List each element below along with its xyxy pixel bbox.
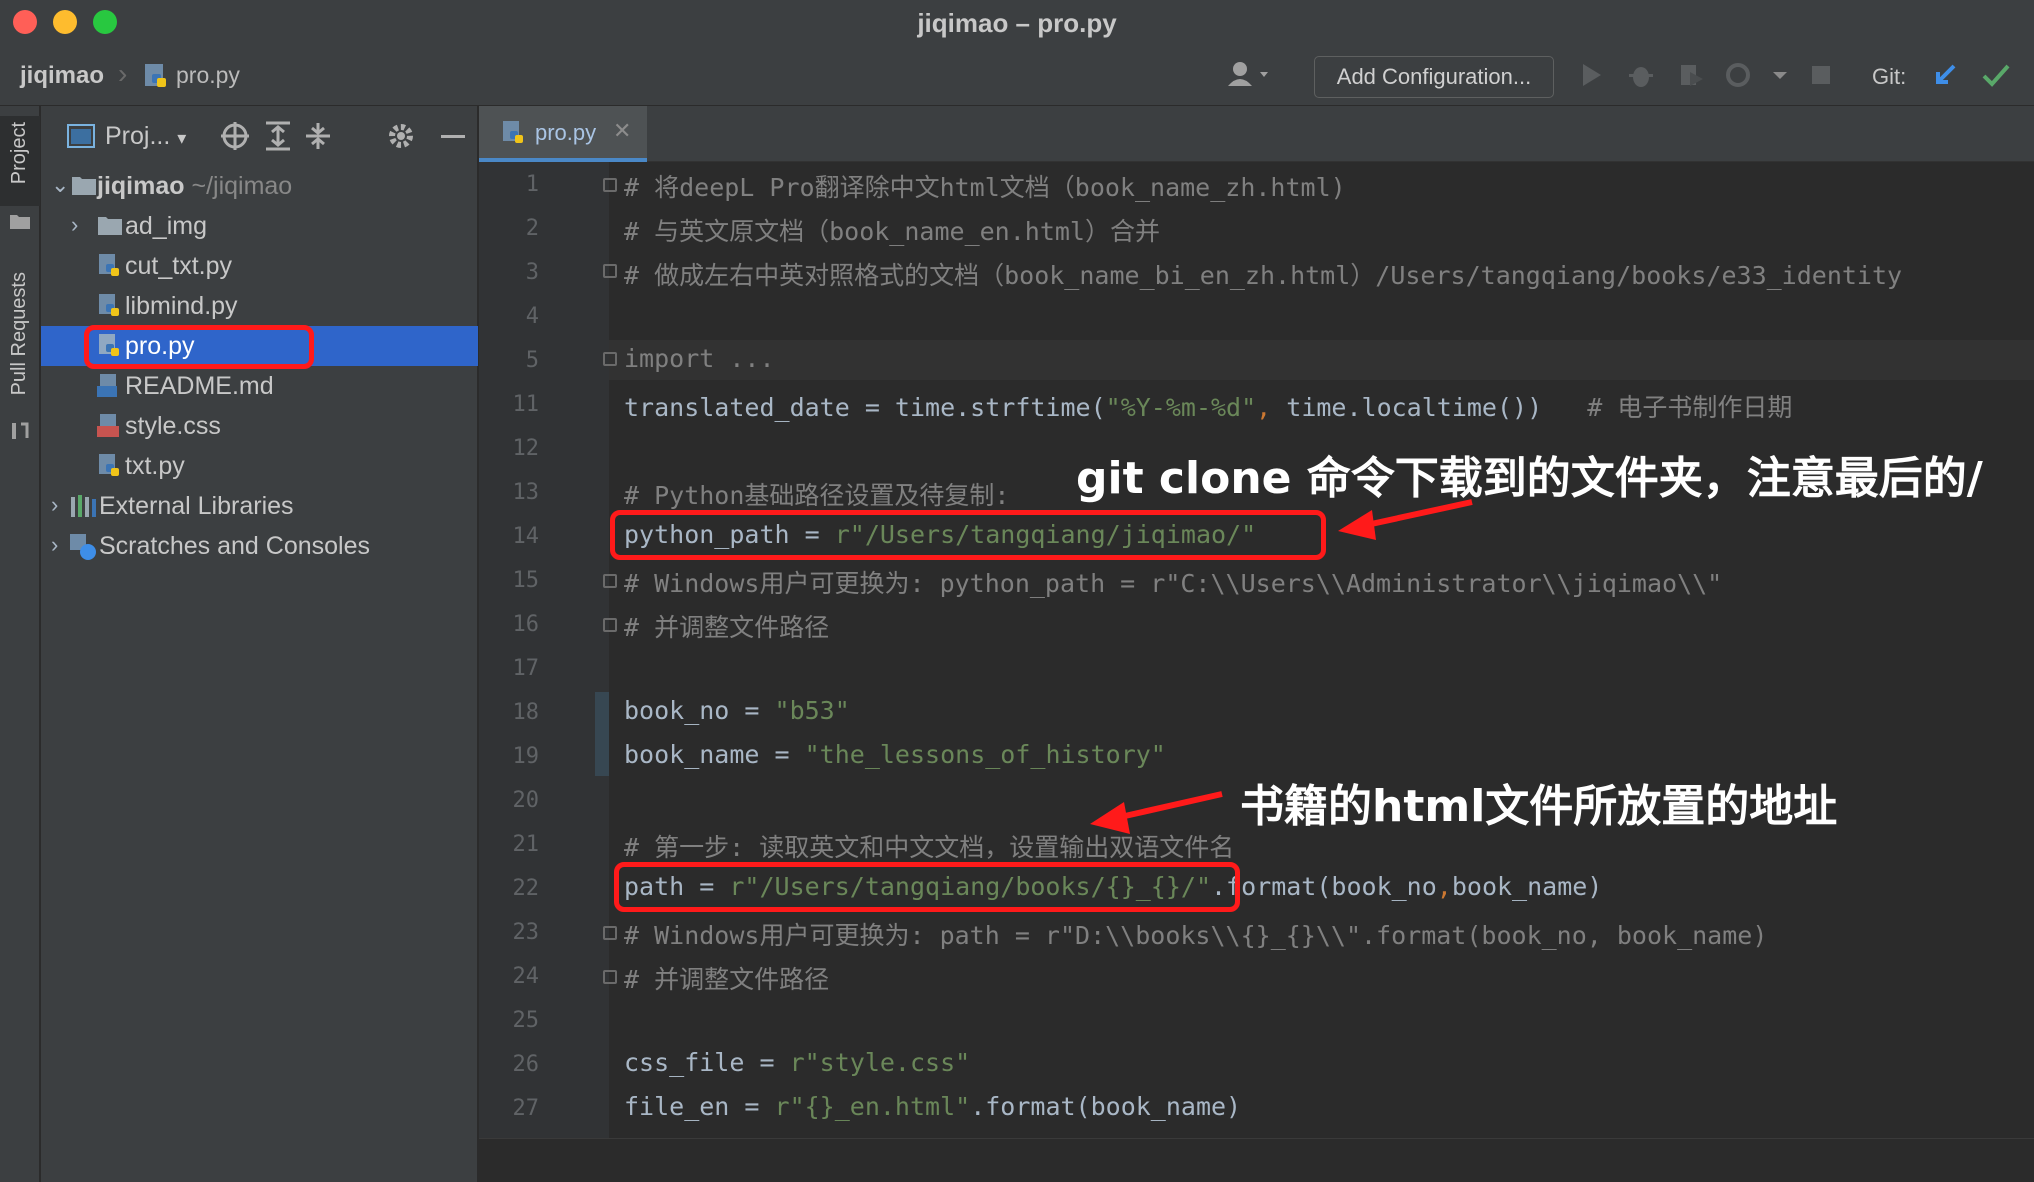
- arrow-to-python-path: [1338, 499, 1473, 540]
- arrow-to-books-path: [1090, 791, 1223, 834]
- annotation-arrows: [1090, 499, 1473, 834]
